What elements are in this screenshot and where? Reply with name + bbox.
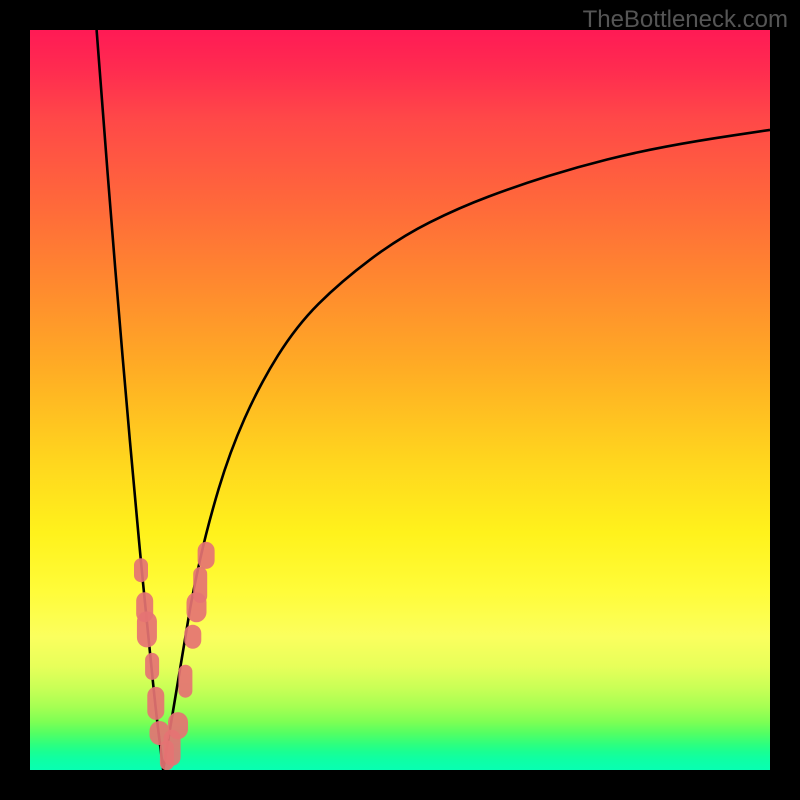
marker-point bbox=[145, 653, 159, 680]
curve-layer bbox=[30, 30, 770, 770]
marker-cluster bbox=[134, 542, 215, 770]
chart-frame: TheBottleneck.com bbox=[0, 0, 800, 800]
marker-point bbox=[168, 712, 188, 739]
marker-point bbox=[184, 625, 201, 649]
marker-point bbox=[178, 665, 192, 698]
marker-point bbox=[193, 567, 207, 603]
marker-point bbox=[198, 542, 215, 569]
marker-point bbox=[134, 558, 148, 582]
plot-area bbox=[30, 30, 770, 770]
marker-point bbox=[137, 611, 157, 647]
marker-point bbox=[147, 687, 164, 720]
curve-right-branch bbox=[163, 130, 770, 770]
